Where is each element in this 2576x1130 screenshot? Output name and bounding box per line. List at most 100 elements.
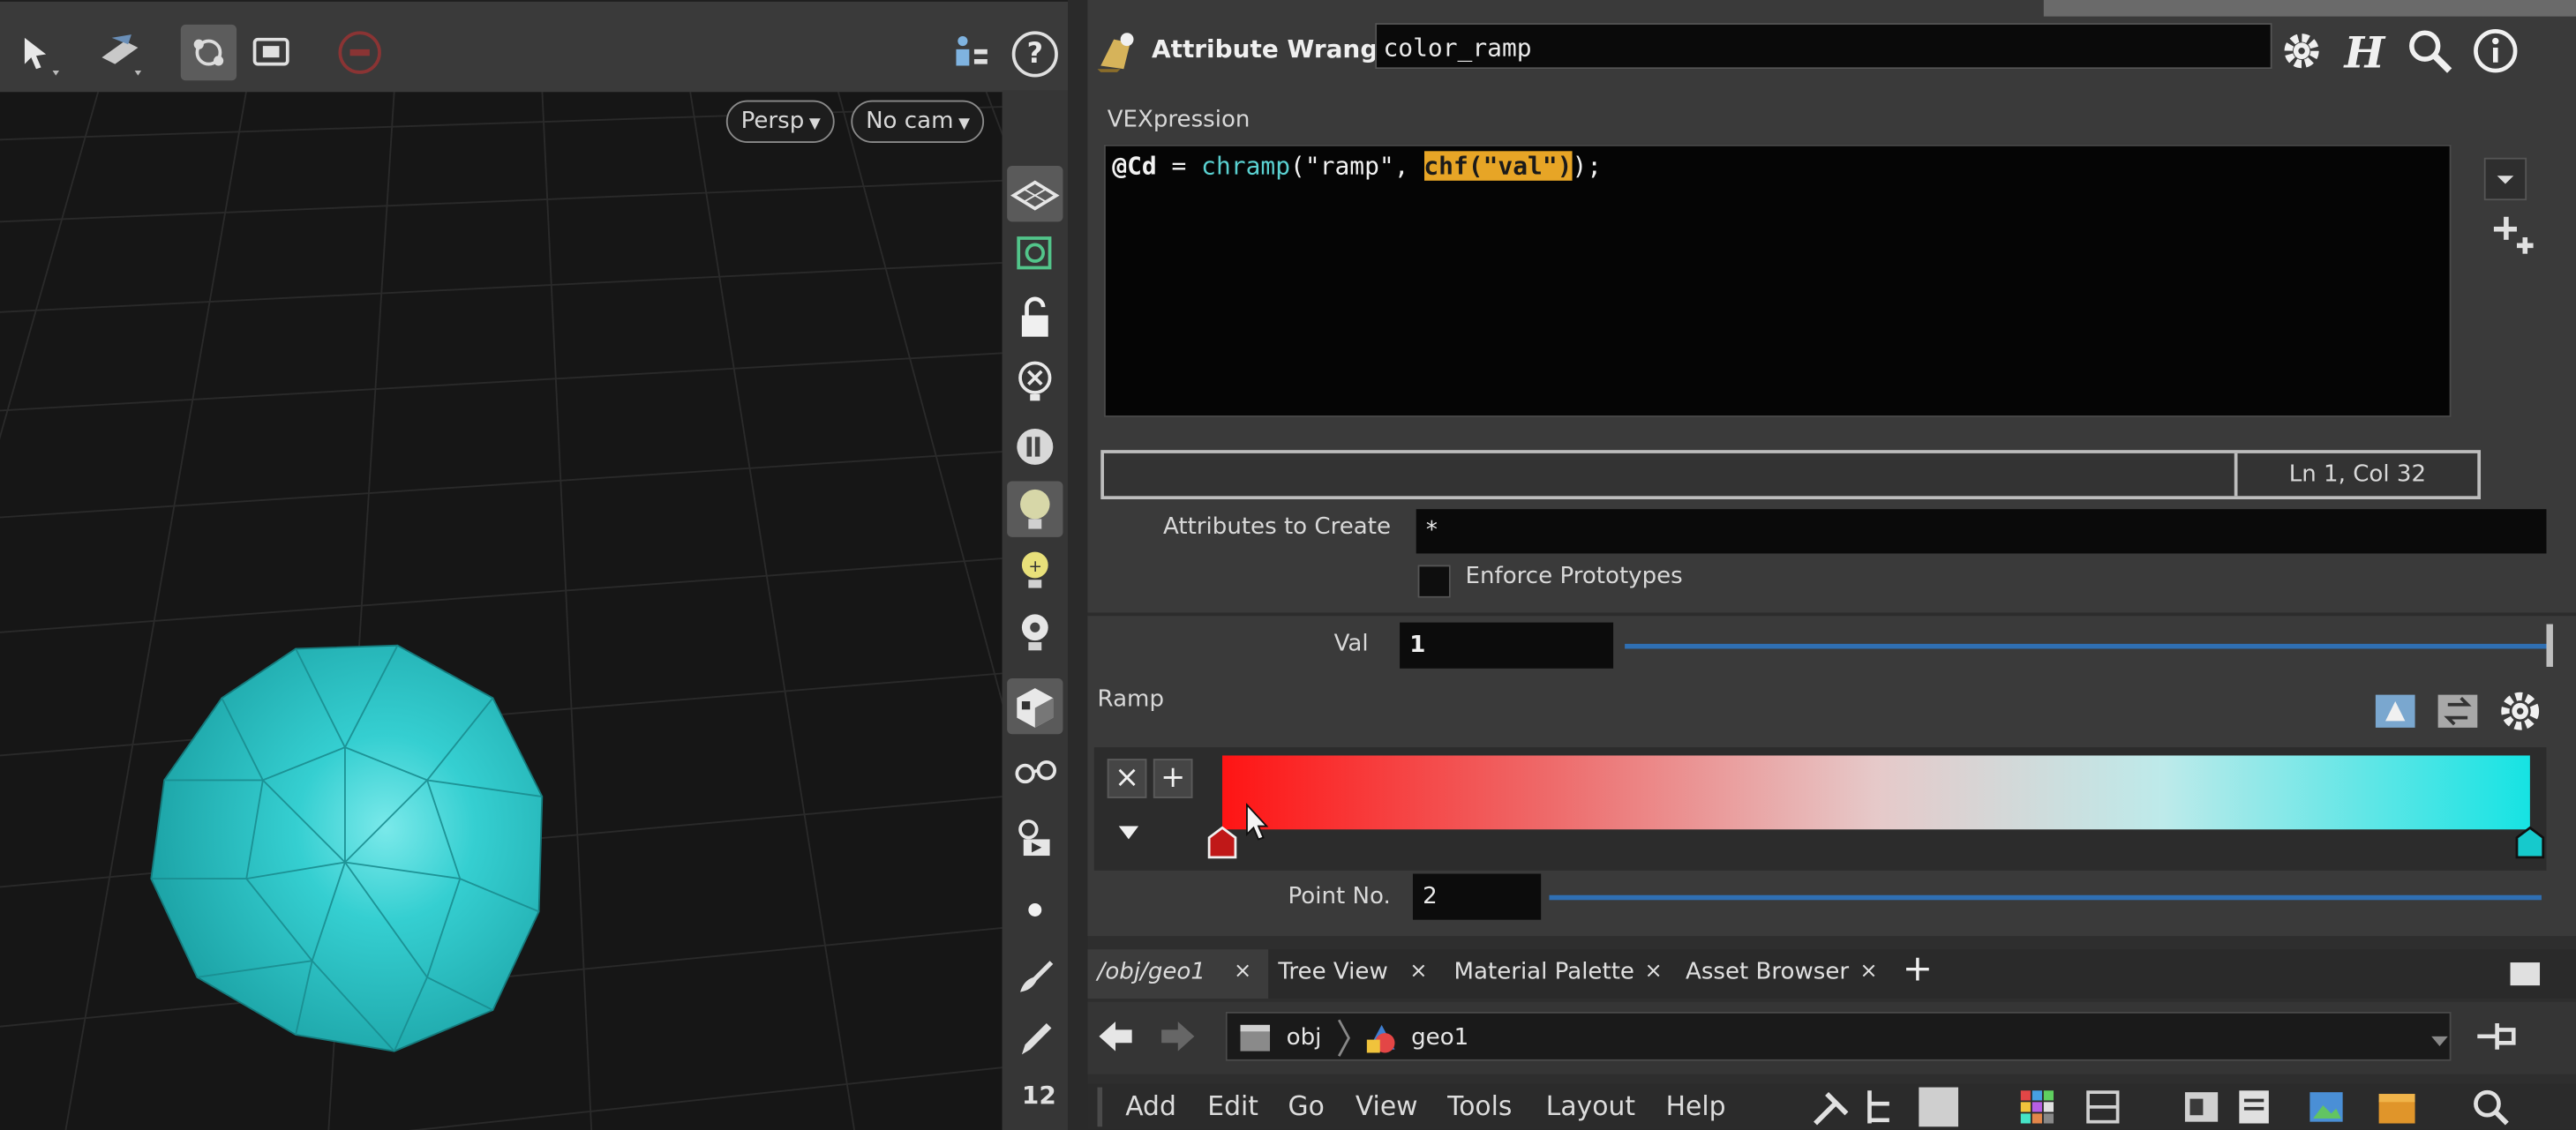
color-ramp-bar[interactable] (1222, 755, 2530, 830)
houdini-help-icon[interactable]: H (2339, 26, 2389, 78)
pen-icon[interactable] (1007, 1010, 1063, 1066)
notes-icon[interactable] (2234, 1088, 2274, 1127)
close-icon[interactable]: × (1409, 949, 1427, 995)
network-pane: /obj/geo1 × Tree View × Material Palette… (1087, 936, 2576, 1130)
pin-icon[interactable] (2475, 1015, 2520, 1058)
checker-cube-icon[interactable] (1007, 677, 1063, 735)
light-shadow-icon[interactable] (1007, 606, 1063, 662)
viewport-toolbar: ? (0, 0, 1069, 93)
tab-asset-browser[interactable]: Asset Browser × (1676, 949, 1893, 999)
val-field[interactable]: 1 (1400, 622, 1614, 669)
svg-text:H: H (2343, 28, 2386, 75)
val-slider-handle[interactable] (2546, 624, 2553, 667)
val-slider[interactable] (1625, 643, 2549, 649)
enforce-prototypes-checkbox[interactable] (1417, 565, 1451, 598)
color-palette-icon[interactable] (2017, 1088, 2057, 1127)
maximize-pane-icon[interactable] (2510, 962, 2541, 986)
info-icon[interactable] (2471, 26, 2520, 76)
image-icon[interactable] (2307, 1088, 2347, 1127)
tab-tree-view[interactable]: Tree View × (1268, 949, 1442, 999)
view-tool-icon[interactable] (244, 25, 299, 80)
menu-edit[interactable]: Edit (1207, 1090, 1258, 1121)
code-comma: , (1393, 151, 1424, 181)
node-name-field[interactable]: color_ramp (1375, 23, 2272, 70)
code-status-bar: Ln 1, Col 32 (1100, 450, 2482, 500)
ramp-key-red[interactable] (1205, 826, 1238, 859)
users-icon[interactable] (943, 25, 999, 80)
tab-material-palette[interactable]: Material Palette × (1444, 949, 1671, 999)
grid-plane-icon[interactable] (1007, 166, 1063, 222)
ramp-editor: × + (1093, 747, 2547, 871)
gear-icon[interactable] (2277, 26, 2326, 76)
glasses-icon[interactable] (1007, 744, 1063, 799)
list-view-icon[interactable] (1919, 1087, 1959, 1127)
menu-view[interactable]: View (1356, 1090, 1418, 1121)
code-menu-button[interactable] (2483, 157, 2527, 201)
ramp-collapse-triangle-icon[interactable] (1115, 819, 1142, 842)
render-view-icon[interactable] (1007, 810, 1063, 865)
menu-tools[interactable]: Tools (1447, 1090, 1512, 1121)
help-button[interactable]: ? (1011, 31, 1058, 78)
transform-tool-icon[interactable] (92, 25, 147, 80)
snap-icon[interactable] (1007, 225, 1063, 281)
ramp-reverse-icon[interactable] (2431, 685, 2484, 737)
tree-icon[interactable] (1859, 1084, 1902, 1130)
tools-wrench-icon[interactable] (1807, 1084, 1857, 1130)
camera-persp-menu[interactable]: Persp ▼ (725, 100, 836, 143)
menu-add[interactable]: Add (1125, 1090, 1176, 1121)
layout-icon[interactable] (2182, 1088, 2221, 1127)
stop-icon[interactable] (332, 25, 387, 80)
close-icon[interactable]: × (1644, 949, 1662, 995)
menu-layout[interactable]: Layout (1546, 1090, 1635, 1121)
attributes-to-create-field[interactable]: * (1416, 509, 2547, 554)
package-icon[interactable] (2376, 1088, 2418, 1127)
persp-label: Persp (740, 108, 805, 135)
forward-arrow-icon[interactable] (1157, 1015, 1199, 1058)
select-tool-icon[interactable] (10, 25, 65, 80)
pane-divider[interactable] (1068, 0, 1088, 1130)
search-icon[interactable] (2471, 1088, 2511, 1127)
close-icon[interactable]: × (1234, 949, 1251, 995)
code-selection: chf("val") (1423, 151, 1573, 181)
ramp-preset-icon[interactable] (2369, 685, 2422, 737)
tab-label: Material Palette (1453, 959, 1634, 986)
parameter-header: Attribute Wrangle color_ramp H (1087, 17, 2576, 89)
menu-help[interactable]: Help (1666, 1090, 1726, 1121)
light-plus-icon[interactable]: + (1007, 543, 1063, 599)
search-icon[interactable] (2405, 26, 2454, 76)
path-dropdown-icon[interactable] (2430, 1027, 2449, 1047)
tab-network-geo1[interactable]: /obj/geo1 × (1087, 949, 1269, 999)
point-icon[interactable] (1007, 882, 1063, 938)
menu-grip (1097, 1087, 1103, 1127)
camera-select-menu[interactable]: No cam ▼ (851, 100, 985, 143)
back-arrow-icon[interactable] (1094, 1015, 1137, 1058)
enforce-prototypes-label: Enforce Prototypes (1465, 563, 1683, 590)
lock-icon[interactable] (1007, 291, 1063, 347)
scene-viewport[interactable] (0, 0, 1003, 1130)
breadcrumb-geo1[interactable]: geo1 (1411, 1025, 1468, 1051)
viewport-grid (0, 90, 1003, 1130)
shape-palette-icon[interactable] (2084, 1088, 2123, 1127)
close-icon[interactable]: × (1859, 949, 1877, 995)
headlight-icon[interactable] (1007, 419, 1063, 475)
menu-go[interactable]: Go (1288, 1090, 1324, 1121)
ramp-key-cyan[interactable] (2513, 826, 2546, 859)
vex-code-editor[interactable]: @Cd = chramp("ramp", chf("val")); (1103, 144, 2452, 417)
point-number-slider[interactable] (1549, 894, 2542, 901)
chevron-down-icon: ▼ (808, 116, 821, 133)
handle-tool-icon[interactable] (180, 24, 237, 81)
vexpression-label: VEXpression (1107, 107, 1250, 133)
ramp-add-point-button[interactable]: + (1153, 759, 1193, 798)
lightbulb-icon[interactable] (1007, 481, 1063, 537)
sphere-mesh (150, 644, 544, 1052)
ramp-delete-point-button[interactable]: × (1107, 759, 1147, 798)
point-number-field[interactable]: 2 (1412, 873, 1542, 920)
network-path-field[interactable]: obj geo1 (1225, 1011, 2452, 1061)
add-tab-button[interactable]: + (1903, 949, 1933, 992)
brush-icon[interactable] (1007, 947, 1063, 1003)
display-options-shelf: + 12 (1002, 90, 1069, 1130)
add-spare-parameter-icon[interactable] (2490, 210, 2540, 259)
light-off-icon[interactable] (1007, 353, 1063, 408)
breadcrumb-obj[interactable]: obj (1287, 1025, 1322, 1051)
ramp-settings-gear-icon[interactable] (2494, 685, 2547, 737)
